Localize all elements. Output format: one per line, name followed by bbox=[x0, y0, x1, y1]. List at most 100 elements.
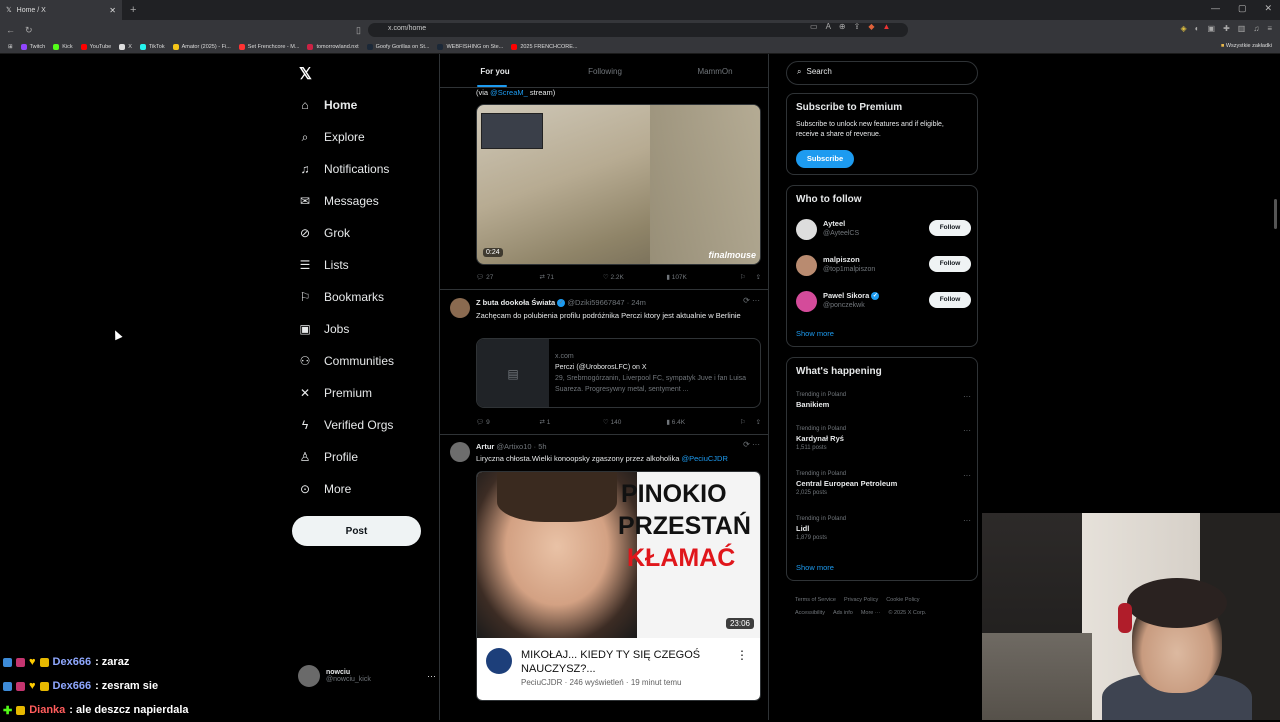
share-icon[interactable]: ⇪ bbox=[854, 22, 861, 31]
trend-item[interactable]: Trending in Poland Lidl 1,879 posts ··· bbox=[796, 516, 971, 541]
tab-for-you[interactable]: For you bbox=[440, 54, 550, 87]
follow-button[interactable]: Follow bbox=[929, 256, 971, 272]
footer-link[interactable]: More ··· bbox=[861, 610, 881, 616]
nav-more[interactable]: ⊙ More bbox=[298, 477, 351, 501]
nav-explore[interactable]: ⌕ Explore bbox=[298, 125, 365, 149]
avatar[interactable] bbox=[450, 298, 470, 318]
bookmark-button[interactable]: ⚐ bbox=[740, 273, 746, 281]
views-button[interactable]: ▮ 107K bbox=[666, 273, 729, 281]
repost-button[interactable]: ⇄ 71 bbox=[539, 273, 602, 281]
maximize-icon[interactable]: ▢ bbox=[1238, 3, 1247, 14]
tab-mammon[interactable]: MammOn bbox=[660, 54, 768, 87]
tweet[interactable]: Artur @Artixo10 · 5h ⟳ ··· Liryczna chło… bbox=[440, 435, 768, 720]
trend-item[interactable]: Trending in Poland Central European Petr… bbox=[796, 471, 971, 496]
media-icon[interactable]: ♫ bbox=[1253, 24, 1259, 33]
close-tab-icon[interactable]: ✕ bbox=[109, 6, 116, 15]
show-more-link[interactable]: Show more bbox=[796, 329, 834, 338]
shield-icon[interactable]: ◆ bbox=[868, 22, 874, 31]
footer-link[interactable]: Privacy Policy bbox=[844, 597, 878, 603]
alert-icon[interactable]: ▲ bbox=[882, 22, 890, 31]
mention-link[interactable]: @PeciuCJDR bbox=[682, 454, 728, 463]
tweet[interactable]: (via @ScreaM_ stream) 0:24 finalmouse 💬︎… bbox=[440, 54, 768, 290]
like-button[interactable]: ♡ 2.2K bbox=[603, 273, 666, 281]
x-logo-icon[interactable]: 𝕏 bbox=[299, 64, 312, 84]
bookmark-star-icon[interactable]: ▯ bbox=[356, 25, 361, 36]
share-button[interactable]: ⇪ bbox=[756, 273, 761, 281]
reply-button[interactable]: 💬︎ 9 bbox=[476, 418, 539, 426]
menu-icon[interactable]: ≡ bbox=[1267, 24, 1272, 33]
kebab-menu-icon[interactable]: ⋮ bbox=[736, 648, 748, 662]
tweet-more-icon[interactable]: ⟳ ··· bbox=[743, 296, 760, 305]
link-card[interactable]: ▤ x.com Perczi (@UroborosLFC) on X 29, S… bbox=[476, 338, 761, 408]
bookmark-item[interactable]: tomorrowland.nxt bbox=[307, 43, 359, 50]
nav-lists[interactable]: ☰ Lists bbox=[298, 253, 349, 277]
bookmark-item[interactable]: Kick bbox=[53, 43, 73, 50]
trend-more-icon[interactable]: ··· bbox=[963, 426, 971, 435]
screen-icon[interactable]: ▭ bbox=[810, 22, 818, 31]
follow-suggestion[interactable]: Pawel Sikora ✓ @ponczekwk Follow bbox=[796, 289, 971, 317]
nav-premium[interactable]: ✕ Premium bbox=[298, 381, 372, 405]
nav-messages[interactable]: ✉ Messages bbox=[298, 189, 379, 213]
nav-bookmarks[interactable]: ⚐ Bookmarks bbox=[298, 285, 384, 309]
footer-link[interactable]: Terms of Service bbox=[795, 597, 836, 603]
new-tab-icon[interactable]: + bbox=[130, 4, 136, 16]
extension-icon[interactable]: ◈ bbox=[1181, 24, 1187, 33]
scrollbar[interactable] bbox=[1274, 199, 1277, 229]
avatar[interactable] bbox=[450, 442, 470, 462]
bookmark-item[interactable]: Goofy Gorillas on St... bbox=[366, 43, 429, 50]
channel-avatar[interactable] bbox=[486, 648, 512, 674]
tweet[interactable]: Z buta dookoła Świata ✓ @Dziki59667847 ·… bbox=[440, 290, 768, 435]
post-button[interactable]: Post bbox=[292, 516, 421, 546]
bookmark-item[interactable]: Twitch bbox=[20, 43, 45, 50]
back-icon[interactable]: ← bbox=[6, 25, 15, 35]
show-more-link[interactable]: Show more bbox=[796, 563, 834, 572]
follow-suggestion[interactable]: Ayteel @AyteelCS Follow bbox=[796, 217, 971, 245]
bookmark-item[interactable]: Amator (2025) - Fi... bbox=[172, 43, 231, 50]
trend-item[interactable]: Trending in Poland Banikiem ··· bbox=[796, 392, 971, 409]
bookmark-button[interactable]: ⚐ bbox=[740, 418, 746, 426]
footer-link[interactable]: Ads info bbox=[833, 610, 853, 616]
bookmark-item[interactable]: 2025 FRENCHCORE... bbox=[511, 43, 577, 50]
nav-notifications[interactable]: ♫ Notifications bbox=[298, 157, 390, 181]
minimize-icon[interactable]: — bbox=[1211, 3, 1220, 14]
bookmark-item[interactable]: TikTok bbox=[139, 43, 165, 50]
trend-more-icon[interactable]: ··· bbox=[963, 516, 971, 525]
search-input[interactable]: ⌕ Search bbox=[786, 61, 978, 85]
extension-icon[interactable]: ▣ bbox=[1208, 24, 1216, 33]
youtube-embed[interactable]: PINOKIO PRZESTAŃ KŁAMAĆ 23:06 MIKOŁAJ...… bbox=[476, 471, 761, 701]
mention-link[interactable]: @ScreaM_ bbox=[490, 88, 528, 97]
nav-jobs[interactable]: ▣ Jobs bbox=[298, 317, 349, 341]
footer-link[interactable]: Accessibility bbox=[795, 610, 825, 616]
nav-home[interactable]: ⌂ Home bbox=[298, 93, 357, 117]
like-button[interactable]: ♡ 140 bbox=[603, 418, 666, 426]
bookmark-item[interactable]: WEBFISHING on Ste... bbox=[437, 43, 503, 50]
zoom-icon[interactable]: ⊕ bbox=[839, 22, 846, 31]
bookmark-item[interactable]: X bbox=[119, 43, 132, 50]
video-title[interactable]: MIKOŁAJ... KIEDY TY SIĘ CZEGOŚ NAUCZYSZ?.… bbox=[521, 648, 700, 676]
sidebar-icon[interactable]: ▥ bbox=[1238, 24, 1246, 33]
trend-item[interactable]: Trending in Poland Kardynał Ryś 1,511 po… bbox=[796, 426, 971, 451]
trend-more-icon[interactable]: ··· bbox=[963, 471, 971, 480]
apps-grid-icon[interactable]: ⊞ bbox=[8, 44, 13, 50]
bookmark-item[interactable]: Set Frenchcore - M... bbox=[238, 43, 299, 50]
tweet-video[interactable]: 0:24 finalmouse bbox=[476, 104, 761, 265]
tweet-more-icon[interactable]: ⟳ ··· bbox=[743, 440, 760, 449]
reload-icon[interactable]: ↻ bbox=[25, 25, 33, 36]
close-window-icon[interactable]: ✕ bbox=[1264, 3, 1272, 14]
bookmark-item[interactable]: YouTube bbox=[80, 43, 111, 50]
nav-grok[interactable]: ⊘ Grok bbox=[298, 221, 350, 245]
repost-button[interactable]: ⇄ 1 bbox=[539, 418, 602, 426]
extension-icon[interactable]: ◐ bbox=[1195, 24, 1200, 33]
nav-communities[interactable]: ⚇ Communities bbox=[298, 349, 394, 373]
browser-tab[interactable]: 𝕏 Home / X ✕ bbox=[0, 0, 122, 20]
nav-profile[interactable]: ♙ Profile bbox=[298, 445, 358, 469]
translate-icon[interactable]: A bbox=[826, 22, 831, 31]
account-switcher[interactable]: nowciu @nowciu_kick ··· bbox=[298, 662, 436, 690]
subscribe-button[interactable]: Subscribe bbox=[796, 150, 854, 168]
bookmarks-folder[interactable]: ■ Wszystkie zakładki bbox=[1221, 43, 1272, 49]
tab-following[interactable]: Following bbox=[550, 54, 660, 87]
reply-button[interactable]: 💬︎ 27 bbox=[476, 273, 539, 281]
share-button[interactable]: ⇪ bbox=[756, 418, 761, 426]
follow-button[interactable]: Follow bbox=[929, 292, 971, 308]
puzzle-icon[interactable]: ✚ bbox=[1223, 24, 1230, 33]
